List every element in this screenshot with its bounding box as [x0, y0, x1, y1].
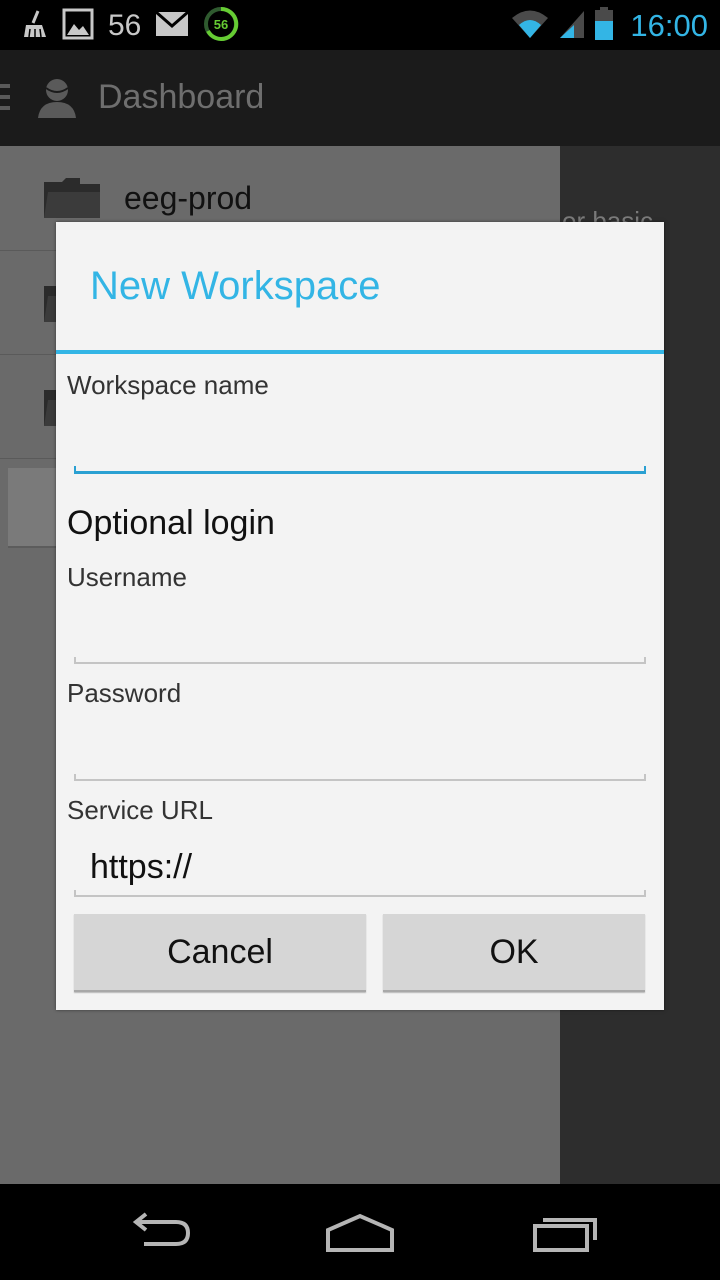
username-label: Username — [67, 562, 187, 592]
workspace-name-field — [74, 414, 646, 474]
workspace-name-input[interactable] — [74, 414, 646, 474]
image-icon — [62, 8, 94, 44]
profile-icon[interactable] — [36, 76, 78, 122]
new-workspace-dialog: New Workspace Workspace name Optional lo… — [56, 222, 664, 1010]
cancel-button[interactable]: Cancel — [74, 914, 366, 992]
download-progress-icon: 56 — [203, 6, 239, 46]
workspace-name-label: Workspace name — [67, 370, 269, 400]
password-input[interactable] — [74, 721, 646, 781]
battery-icon — [594, 7, 614, 45]
cleaner-broom-icon — [22, 9, 48, 43]
signal-icon — [558, 9, 586, 43]
navigation-bar — [0, 1184, 720, 1280]
service-url-label: Service URL — [67, 795, 213, 825]
svg-text:56: 56 — [214, 17, 228, 32]
title-divider — [56, 350, 664, 354]
wifi-icon — [510, 9, 550, 43]
clock: 16:00 — [630, 8, 708, 43]
input-underline — [74, 774, 646, 781]
input-underline — [74, 657, 646, 664]
drawer-button[interactable] — [8, 468, 58, 548]
password-field — [74, 721, 646, 781]
recent-apps-icon[interactable] — [518, 1204, 608, 1260]
optional-login-heading: Optional login — [67, 504, 275, 542]
folder-icon — [42, 176, 102, 224]
username-input[interactable] — [74, 604, 646, 664]
service-url-input[interactable] — [74, 837, 646, 897]
page-title: Dashboard — [98, 78, 265, 116]
status-bar: 56 56 16:00 — [0, 0, 720, 50]
mail-icon — [155, 10, 190, 41]
action-bar: Dashboard — [0, 50, 720, 146]
username-field — [74, 604, 646, 664]
drawer-item-label: eeg-prod — [124, 180, 253, 216]
dialog-title: New Workspace — [90, 264, 381, 308]
drawer-menu-icon[interactable] — [0, 84, 10, 114]
password-label: Password — [67, 678, 182, 708]
input-underline — [74, 466, 646, 474]
input-underline — [74, 890, 646, 897]
notification-count: 56 — [108, 9, 142, 42]
ok-button[interactable]: OK — [383, 914, 645, 992]
service-url-field — [74, 837, 646, 897]
back-icon[interactable] — [114, 1204, 204, 1260]
home-icon[interactable] — [315, 1204, 405, 1260]
